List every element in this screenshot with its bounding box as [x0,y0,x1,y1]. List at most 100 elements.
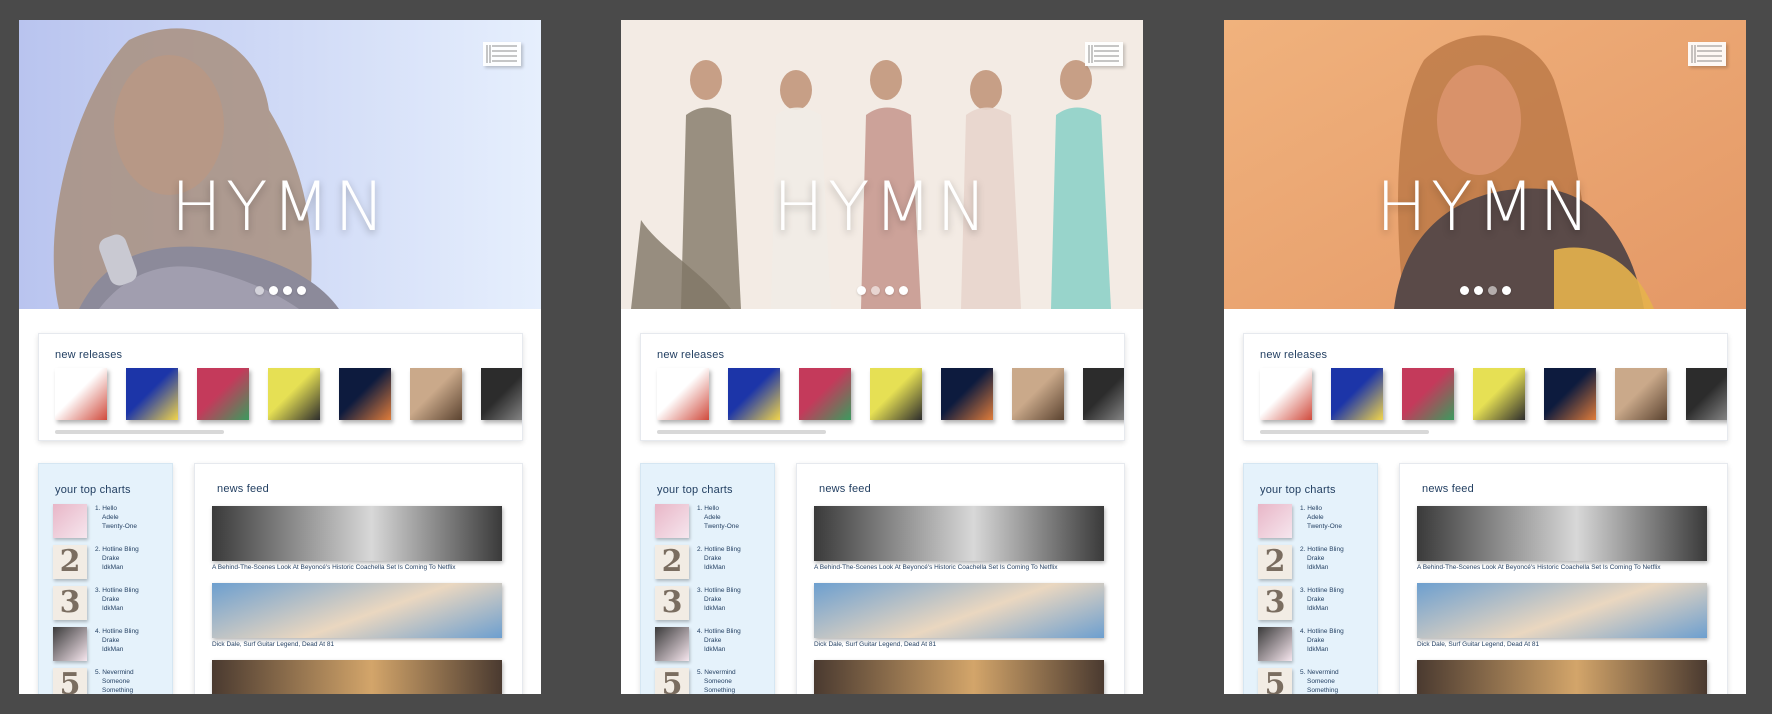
news-article-image[interactable] [212,660,502,694]
menu-icon[interactable] [1688,42,1726,66]
album-cover-4[interactable] [268,368,320,420]
carousel-dot[interactable] [1459,286,1469,295]
chart-item[interactable]: 5 5. Nevermind Someone Something [53,668,168,694]
album-cover-1[interactable] [1260,368,1312,420]
chart-thumbnail: 5 [53,668,87,694]
news-article-image[interactable] [1417,506,1707,561]
chart-item[interactable]: 1. Hello Adele Twenty-One [1258,504,1373,542]
carousel-dot[interactable] [884,286,894,295]
carousel-dot[interactable] [1501,286,1511,295]
chart-item[interactable]: 4. Hotline Bling Drake IdkMan [1258,627,1373,665]
top-charts-card: your top charts 1. Hello Adele Twenty-One 2… [1243,463,1378,694]
new-releases-scrollbar[interactable] [1260,430,1429,434]
new-releases-scrollbar[interactable] [657,430,826,434]
chart-item[interactable]: 5 5. Nevermind Someone Something [655,668,770,694]
album-cover-7[interactable] [1686,368,1727,420]
carousel-dot[interactable] [1473,286,1483,295]
chart-item[interactable]: 4. Hotline Bling Drake IdkMan [655,627,770,665]
chart-thumbnail: 2 [53,545,87,579]
news-article-image[interactable] [814,660,1104,694]
app-logo: HYMN [1375,168,1595,247]
chart-artist: Adele [704,514,721,522]
menu-icon[interactable] [483,42,521,66]
chart-album: Something [1307,687,1339,694]
album-cover-4[interactable] [870,368,922,420]
album-cover-2[interactable] [126,368,178,420]
album-cover-1[interactable] [55,368,107,420]
chart-item[interactable]: 3 3. Hotline Bling Drake IdkMan [1258,586,1373,624]
menu-icon[interactable] [1085,42,1123,66]
album-cover-6[interactable] [410,368,462,420]
carousel-dot[interactable] [268,286,278,295]
hero-banner[interactable]: HYMN [621,20,1143,309]
carousel-dot[interactable] [856,286,866,295]
album-cover-5[interactable] [1544,368,1596,420]
news-feed-card: news feed A Behind-The-Scenes Look At Be… [1399,463,1728,694]
chart-item[interactable]: 2 2. Hotline Bling Drake IdkMan [655,545,770,583]
album-cover-3[interactable] [799,368,851,420]
album-cover-2[interactable] [1331,368,1383,420]
menu-icon-bar [1094,55,1119,57]
album-cover-6[interactable] [1615,368,1667,420]
chart-item-text: 5. Nevermind Someone Something [697,668,736,694]
album-cover-3[interactable] [197,368,249,420]
chart-item[interactable]: 4. Hotline Bling Drake IdkMan [53,627,168,665]
menu-icon-post [1694,45,1696,63]
new-releases-card: new releases [38,333,523,441]
menu-icon-bar [1697,50,1722,52]
chart-item[interactable]: 2 2. Hotline Bling Drake IdkMan [1258,545,1373,583]
carousel-dot[interactable] [282,286,292,295]
news-article-caption[interactable]: Dick Dale, Surf Guitar Legend, Dead At 8… [212,641,334,648]
news-article-caption[interactable]: A Behind-The-Scenes Look At Beyoncé's Hi… [1417,564,1661,571]
carousel-dot[interactable] [296,286,306,295]
chart-item[interactable]: 3 3. Hotline Bling Drake IdkMan [655,586,770,624]
new-releases-scrollbar[interactable] [55,430,224,434]
chart-album: IdkMan [102,564,124,572]
carousel-dot[interactable] [1487,286,1497,295]
chart-item[interactable]: 1. Hello Adele Twenty-One [655,504,770,542]
news-article-image[interactable] [212,583,502,638]
news-article-caption[interactable]: A Behind-The-Scenes Look At Beyoncé's Hi… [814,564,1058,571]
chart-album: IdkMan [1307,605,1329,613]
chart-item[interactable]: 5 5. Nevermind Someone Something [1258,668,1373,694]
album-cover-6[interactable] [1012,368,1064,420]
carousel-dot[interactable] [254,286,264,295]
news-article-image[interactable] [814,583,1104,638]
chart-track-title: 1. Hello [95,505,118,512]
news-article-image[interactable] [814,506,1104,561]
chart-thumbnail: 5 [655,668,689,694]
carousel-dot[interactable] [898,286,908,295]
chart-artist: Drake [102,596,120,604]
new-releases-card: new releases [1243,333,1728,441]
news-article-caption[interactable]: A Behind-The-Scenes Look At Beyoncé's Hi… [212,564,456,571]
hero-banner[interactable]: HYMN [19,20,541,309]
chart-item[interactable]: 1. Hello Adele Twenty-One [53,504,168,542]
album-cover-5[interactable] [941,368,993,420]
chart-artist: Drake [704,637,722,645]
chart-album: IdkMan [1307,646,1329,654]
carousel-dot[interactable] [870,286,880,295]
news-article-caption[interactable]: Dick Dale, Surf Guitar Legend, Dead At 8… [1417,641,1539,648]
chart-item[interactable]: 3 3. Hotline Bling Drake IdkMan [53,586,168,624]
album-cover-3[interactable] [1402,368,1454,420]
chart-album: Twenty-One [102,523,138,531]
album-cover-7[interactable] [481,368,522,420]
news-feed-card: news feed A Behind-The-Scenes Look At Be… [796,463,1125,694]
chart-item[interactable]: 2 2. Hotline Bling Drake IdkMan [53,545,168,583]
album-cover-7[interactable] [1083,368,1124,420]
album-cover-1[interactable] [657,368,709,420]
screen-2: HYMN new releases your top charts 1. Hel… [621,20,1143,694]
hero-banner[interactable]: HYMN [1224,20,1746,309]
album-cover-2[interactable] [728,368,780,420]
album-cover-4[interactable] [1473,368,1525,420]
news-article-caption[interactable]: Dick Dale, Surf Guitar Legend, Dead At 8… [814,641,936,648]
news-article-image[interactable] [1417,660,1707,694]
news-feed-title: news feed [217,483,269,495]
chart-artist: Adele [1307,514,1324,522]
chart-track-title: 3. Hotline Bling [95,587,139,594]
news-article-image[interactable] [1417,583,1707,638]
news-feed-title: news feed [1422,483,1474,495]
carousel-dots [621,282,1143,300]
album-cover-5[interactable] [339,368,391,420]
news-article-image[interactable] [212,506,502,561]
